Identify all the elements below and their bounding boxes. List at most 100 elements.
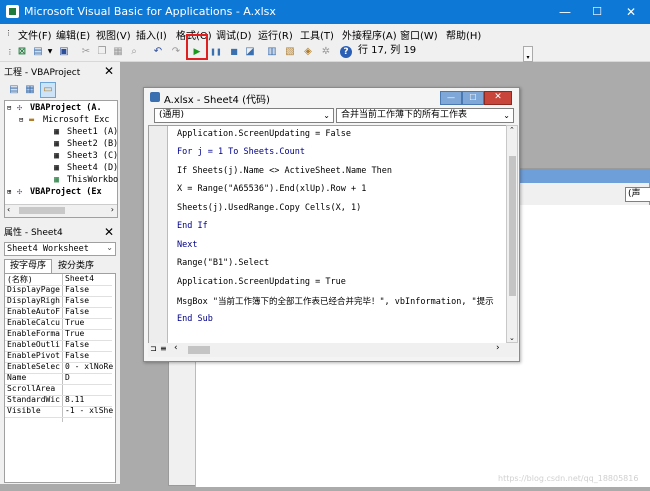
project-explorer-icon[interactable]: ▥ xyxy=(266,46,278,58)
close-button[interactable]: ✕ xyxy=(614,0,648,24)
object-select-value: Sheet4 Worksheet xyxy=(7,244,89,254)
help-icon[interactable]: ? xyxy=(340,46,352,58)
properties-window-icon[interactable]: ▧ xyxy=(284,46,296,58)
cut-icon[interactable]: ✂ xyxy=(80,46,92,58)
scroll-right-icon[interactable]: › xyxy=(111,205,114,214)
tab-categorized[interactable]: 按分类序 xyxy=(53,260,99,273)
tree-node-vbaproject-ex[interactable]: VBAProject (Ex xyxy=(30,187,102,197)
code-line[interactable]: Sheets(j).UsedRange.Copy Cells(X, 1) xyxy=(177,203,361,213)
undo-icon[interactable]: ↶ xyxy=(152,46,164,58)
project-explorer-close-icon[interactable]: ✕ xyxy=(102,64,116,78)
reset-icon[interactable]: ■ xyxy=(228,46,240,58)
collapse-icon[interactable]: ⊟ xyxy=(19,116,23,124)
run-sub-icon[interactable]: ▶ xyxy=(191,46,203,58)
view-object-icon[interactable]: ▦ xyxy=(24,84,36,96)
scroll-thumb[interactable] xyxy=(19,207,65,214)
chevron-down-icon[interactable]: ⌄ xyxy=(323,109,330,122)
project-explorer: 工程 - VBAProject ✕ ▤ ▦ ▭ ⊟ ✣ VBAProject (… xyxy=(0,62,120,222)
code-close-button[interactable]: ✕ xyxy=(484,91,512,105)
chevron-down-icon[interactable]: ⌄ xyxy=(106,243,113,252)
redo-icon[interactable]: ↷ xyxy=(170,46,182,58)
chevron-down-icon[interactable]: ⌄ xyxy=(503,109,510,122)
toggle-folders-icon[interactable]: ▭ xyxy=(40,82,56,98)
property-row[interactable]: Visible -1 - xlShe xyxy=(5,406,113,418)
scroll-left-icon[interactable]: ‹ xyxy=(174,343,178,353)
save-icon[interactable]: ▣ xyxy=(58,46,70,58)
object-combo[interactable]: (通用) ⌄ xyxy=(154,108,334,123)
menu-run[interactable]: 运行(R) xyxy=(258,27,293,42)
window-title: Microsoft Visual Basic for Applications … xyxy=(24,5,276,18)
scroll-thumb[interactable] xyxy=(188,346,210,354)
code-maximize-button[interactable]: ☐ xyxy=(462,91,484,105)
horizontal-scrollbar[interactable]: ‹ › xyxy=(5,204,117,217)
code-line[interactable]: Application.ScreenUpdating = False xyxy=(177,129,351,139)
vertical-scrollbar[interactable]: ⌃ ⌄ xyxy=(506,125,518,343)
code-editor[interactable]: Application.ScreenUpdating = False For j… xyxy=(148,125,508,345)
procedure-view-icon[interactable]: ⊐ xyxy=(150,344,157,353)
scroll-left-icon[interactable]: ‹ xyxy=(7,205,10,214)
toolbar-grip-icon: ⋮ xyxy=(6,48,14,56)
menu-addins[interactable]: 外接程序(A) xyxy=(342,27,397,42)
background-procedure-combo[interactable]: (声 xyxy=(625,187,650,202)
toolbox-icon[interactable]: ✲ xyxy=(320,46,332,58)
find-icon[interactable]: ⌕ xyxy=(128,46,140,58)
code-window-title: A.xlsx - Sheet4 (代码) xyxy=(164,95,270,106)
maximize-button[interactable]: ☐ xyxy=(580,0,614,24)
tree-node-vbaproject-a[interactable]: VBAProject (A. xyxy=(30,103,102,113)
code-line[interactable]: End If xyxy=(177,221,208,231)
menu-grip-icon: ⋮ xyxy=(5,29,12,37)
menu-insert[interactable]: 插入(I) xyxy=(136,27,167,42)
procedure-combo[interactable]: 合并当前工作薄下的所有工作表 ⌄ xyxy=(336,108,514,123)
code-line[interactable]: If Sheets(j).Name <> ActiveSheet.Name Th… xyxy=(177,166,392,176)
tree-node-sheet1[interactable]: Sheet1 (A) xyxy=(67,127,118,137)
code-line[interactable]: X = Range("A65536").End(xlUp).Row + 1 xyxy=(177,184,366,194)
properties-close-icon[interactable]: ✕ xyxy=(102,225,116,239)
collapse-icon[interactable]: ⊟ xyxy=(7,104,11,112)
break-icon[interactable]: ❚❚ xyxy=(210,46,222,58)
minimize-button[interactable]: — xyxy=(548,0,582,24)
tree-node-excel-objects[interactable]: Microsoft Exc xyxy=(43,115,110,125)
object-select[interactable]: Sheet4 Worksheet ⌄ xyxy=(4,242,116,256)
toolbar-options-icon[interactable]: ▾ xyxy=(523,46,533,62)
scroll-right-icon[interactable]: › xyxy=(496,343,500,353)
menu-view[interactable]: 视图(V) xyxy=(96,27,131,42)
code-minimize-button[interactable]: — xyxy=(440,91,462,105)
scroll-up-icon[interactable]: ⌃ xyxy=(509,126,515,134)
code-horizontal-scrollbar[interactable]: ⊐ ≡ ‹ › xyxy=(148,343,518,357)
paste-icon[interactable]: ▦ xyxy=(112,46,124,58)
cursor-position: 行 17, 列 19 xyxy=(358,45,417,56)
expand-icon[interactable]: ⊞ xyxy=(7,188,11,196)
menu-help[interactable]: 帮助(H) xyxy=(446,27,481,42)
copy-icon[interactable]: ❐ xyxy=(96,46,108,58)
code-line[interactable]: Next xyxy=(177,240,197,250)
properties-window: 属性 - Sheet4 ✕ Sheet4 Worksheet ⌄ 按字母序 按分… xyxy=(0,222,120,484)
menu-window[interactable]: 窗口(W) xyxy=(400,27,438,42)
tree-node-thisworkbook[interactable]: ThisWorkbo xyxy=(67,175,118,185)
code-line[interactable]: For j = 1 To Sheets.Count xyxy=(177,147,305,157)
tab-alphabetic[interactable]: 按字母序 xyxy=(4,259,52,273)
object-browser-icon[interactable]: ◈ xyxy=(302,46,314,58)
menu-edit[interactable]: 编辑(E) xyxy=(56,27,90,42)
menu-tools[interactable]: 工具(T) xyxy=(300,27,334,42)
tree-node-sheet2[interactable]: Sheet2 (B) xyxy=(67,139,118,149)
insert-module-icon[interactable]: ▤ xyxy=(32,46,44,58)
scroll-down-icon[interactable]: ⌄ xyxy=(509,334,515,342)
full-module-view-icon[interactable]: ≡ xyxy=(160,344,167,353)
tree-node-sheet4[interactable]: Sheet4 (D) xyxy=(67,163,118,173)
watermark: https://blog.csdn.net/qq_18805816 xyxy=(498,474,639,483)
code-window: A.xlsx - Sheet4 (代码) — ☐ ✕ (通用) ⌄ 合并当前工作… xyxy=(143,87,520,362)
vbaproject-icon: ✣ xyxy=(17,187,23,197)
scroll-thumb[interactable] xyxy=(509,156,516,296)
vbaproject-icon: ✣ xyxy=(17,103,23,113)
dropdown-arrow-icon[interactable]: ▼ xyxy=(44,46,56,58)
menu-debug[interactable]: 调试(D) xyxy=(216,27,252,42)
code-line[interactable]: Range("B1").Select xyxy=(177,258,269,268)
code-line[interactable]: MsgBox "当前工作簿下的全部工作表已经合并完毕！", vbInformat… xyxy=(177,295,494,307)
view-code-icon[interactable]: ▤ xyxy=(8,84,20,96)
excel-icon[interactable]: ⊠ xyxy=(16,46,28,58)
code-line[interactable]: End Sub xyxy=(177,314,213,324)
menu-file[interactable]: 文件(F) xyxy=(18,27,52,42)
tree-node-sheet3[interactable]: Sheet3 (C) xyxy=(67,151,118,161)
design-mode-icon[interactable]: ◪ xyxy=(244,46,256,58)
code-line[interactable]: Application.ScreenUpdating = True xyxy=(177,277,346,287)
